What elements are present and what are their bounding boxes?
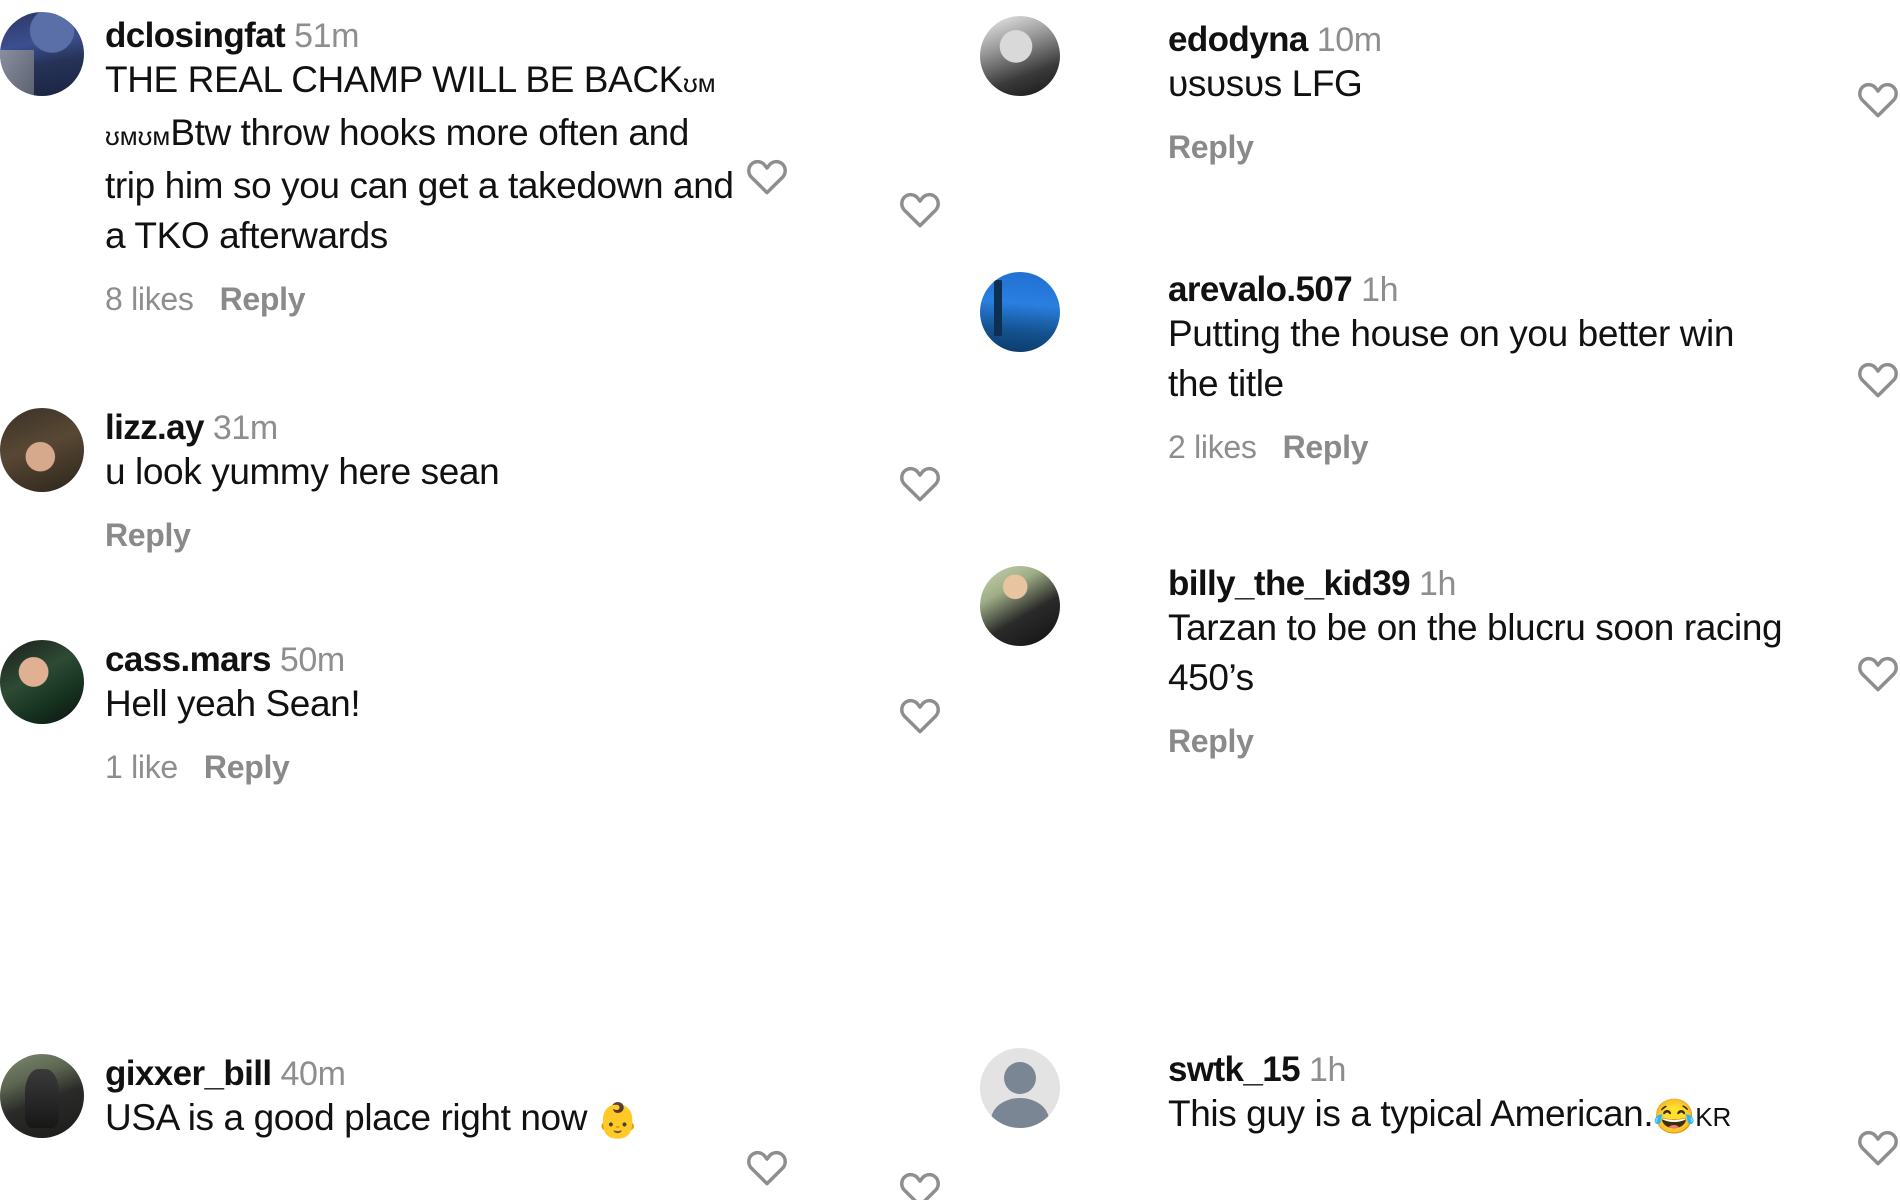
comment-text: USA is a good place right now 👶 xyxy=(105,1093,805,1146)
comment-username[interactable]: swtk_15 xyxy=(1168,1050,1301,1089)
heart-icon[interactable] xyxy=(898,188,942,232)
comment-timestamp: 51m xyxy=(294,17,360,55)
comment-timestamp: 10m xyxy=(1316,21,1382,59)
heart-icon[interactable] xyxy=(1856,652,1900,696)
comment-text: THE REAL CHAMP WILL BE BACKʊм ʊмʊмBtw th… xyxy=(105,59,734,256)
comment-text: u look yummy here sean xyxy=(105,451,500,492)
comment-text: Tarzan to be on the blucru soon racing 4… xyxy=(1168,607,1783,698)
comment-text-body: This guy is a typical American. xyxy=(1168,1093,1654,1134)
comment-timestamp: 1h xyxy=(1309,1051,1347,1089)
avatar-arevalo-507[interactable] xyxy=(980,272,1060,352)
joy-emoji: 😂 xyxy=(1653,1098,1696,1136)
baby-emoji: 👶 xyxy=(596,1102,639,1140)
heart-icon[interactable] xyxy=(745,1146,789,1190)
avatar-edodyna[interactable] xyxy=(980,16,1060,96)
heart-icon[interactable] xyxy=(745,155,789,199)
reply-button[interactable]: Reply xyxy=(1283,429,1369,466)
comment-username[interactable]: dclosingfat xyxy=(105,16,286,55)
heart-icon[interactable] xyxy=(1856,78,1900,122)
comment-timestamp: 1h xyxy=(1418,565,1456,603)
comment-actions: Reply xyxy=(105,517,755,554)
comment-timestamp: 50m xyxy=(279,641,345,679)
avatar-lizz-ay[interactable] xyxy=(0,408,84,492)
comment-meta: dclosingfat 51m xyxy=(105,18,755,53)
comment-username[interactable]: lizz.ay xyxy=(105,408,205,447)
reply-button[interactable]: Reply xyxy=(204,749,290,786)
comment-meta: lizz.ay 31m xyxy=(105,410,755,445)
comment-username[interactable]: billy_the_kid39 xyxy=(1168,564,1411,603)
reply-button[interactable]: Reply xyxy=(105,517,191,554)
heart-icon[interactable] xyxy=(1856,358,1900,402)
comment-timestamp: 1h xyxy=(1361,271,1399,309)
like-count[interactable]: 2 likes xyxy=(1168,429,1257,466)
avatar-billy-the-kid39[interactable] xyxy=(980,566,1060,646)
comment-text: ᴜѕᴜѕᴜѕ LFG xyxy=(1168,63,1363,104)
comment-actions: 8 likes Reply xyxy=(105,281,755,318)
comment-meta: swtk_15 1h xyxy=(1168,1052,1900,1087)
comment-actions: Reply xyxy=(1168,723,1848,760)
comment-text-rest: Btw throw hooks more often and trip him … xyxy=(105,112,734,256)
comment-text: Hell yeah Sean! xyxy=(105,683,361,724)
avatar-cass-mars[interactable] xyxy=(0,640,84,724)
reply-button[interactable]: Reply xyxy=(1168,129,1254,166)
avatar-placeholder-head xyxy=(1004,1062,1036,1095)
like-count[interactable]: 8 likes xyxy=(105,281,194,318)
comment-username[interactable]: cass.mars xyxy=(105,640,271,679)
comment-meta: edodyna 10m xyxy=(1168,22,1828,57)
comment-text-body: USA is a good place right now xyxy=(105,1097,597,1138)
reply-button[interactable]: Reply xyxy=(1168,723,1254,760)
comment-meta: arevalo.507 1h xyxy=(1168,272,1848,307)
avatar-gixxer-bill[interactable] xyxy=(0,1054,84,1138)
like-count[interactable]: 1 like xyxy=(105,749,178,786)
comment-meta: cass.mars 50m xyxy=(105,642,755,677)
heart-icon[interactable] xyxy=(898,694,942,738)
comment-actions: 1 like Reply xyxy=(105,749,755,786)
comment-username[interactable]: gixxer_bill xyxy=(105,1054,272,1093)
instagram-comments-screen: dclosingfat 51m THE REAL CHAMP WILL BE BA… xyxy=(0,0,1900,1200)
reply-button[interactable]: Reply xyxy=(220,281,306,318)
comment-username[interactable]: edodyna xyxy=(1168,20,1308,59)
avatar-dclosingfat[interactable] xyxy=(0,12,84,96)
avatar-placeholder-body xyxy=(991,1097,1049,1128)
heart-icon[interactable] xyxy=(898,1168,942,1200)
comment-meta: billy_the_kid39 1h xyxy=(1168,566,1848,601)
comment-actions: 2 likes Reply xyxy=(1168,429,1848,466)
comment-text: Putting the house on you better win the … xyxy=(1168,313,1735,404)
comment-meta: gixxer_bill 40m xyxy=(105,1056,805,1091)
comment-timestamp: 40m xyxy=(280,1055,346,1093)
heart-icon[interactable] xyxy=(898,462,942,506)
comment-text: This guy is a typical American.😂KR xyxy=(1168,1089,1900,1142)
avatar-swtk-15-default[interactable] xyxy=(980,1048,1060,1128)
comment-text-trailing: KR xyxy=(1695,1102,1732,1132)
comment-timestamp: 31m xyxy=(212,409,278,447)
comment-actions: Reply xyxy=(1168,129,1828,166)
comment-username[interactable]: arevalo.507 xyxy=(1168,270,1353,309)
heart-icon[interactable] xyxy=(1856,1126,1900,1170)
